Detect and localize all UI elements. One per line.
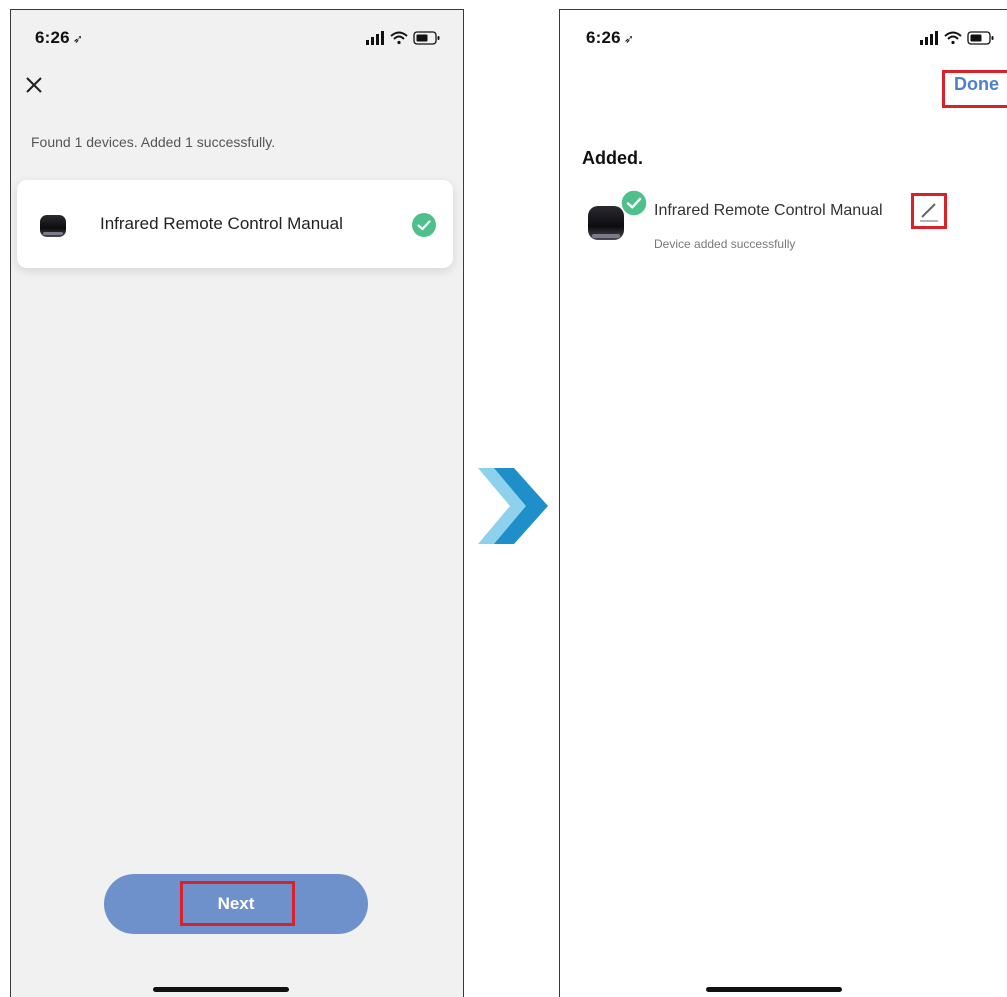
close-button[interactable] (23, 74, 45, 96)
check-circle-icon (620, 189, 648, 217)
device-name: Infrared Remote Control Manual (100, 214, 343, 233)
home-indicator (706, 987, 842, 992)
signal-icon (920, 31, 938, 45)
status-icons (366, 31, 440, 45)
close-icon (26, 77, 42, 93)
battery-icon (413, 31, 440, 45)
next-highlight-box (180, 881, 295, 926)
ir-remote-device-icon (40, 215, 66, 237)
device-card[interactable]: Infrared Remote Control Manual (17, 180, 453, 268)
added-device-name: Infrared Remote Control Manual (654, 202, 883, 219)
location-icon: ➶ (623, 32, 635, 46)
signal-icon (366, 31, 384, 45)
edit-highlight-box (911, 193, 947, 229)
status-time: 6:26 ➶ (35, 28, 84, 47)
done-highlight-box (942, 70, 1007, 108)
right-phone-screen: 6:26 ➶ Done Added. Infrared Remote Contr… (559, 9, 1007, 997)
status-time: 6:26 ➶ (586, 28, 635, 47)
location-icon: ➶ (72, 32, 84, 46)
added-device-subtitle: Device added successfully (654, 237, 796, 251)
wifi-icon (944, 31, 962, 45)
home-indicator (153, 987, 289, 992)
battery-icon (967, 31, 994, 45)
added-heading: Added. (582, 148, 643, 168)
found-devices-message: Found 1 devices. Added 1 successfully. (31, 134, 276, 150)
chevron-right-icon (478, 468, 548, 544)
left-phone-screen: 6:26 ➶ Found 1 devices. Added 1 successfu… (10, 9, 464, 997)
status-icons (920, 31, 994, 45)
check-circle-icon (412, 213, 436, 237)
wifi-icon (390, 31, 408, 45)
